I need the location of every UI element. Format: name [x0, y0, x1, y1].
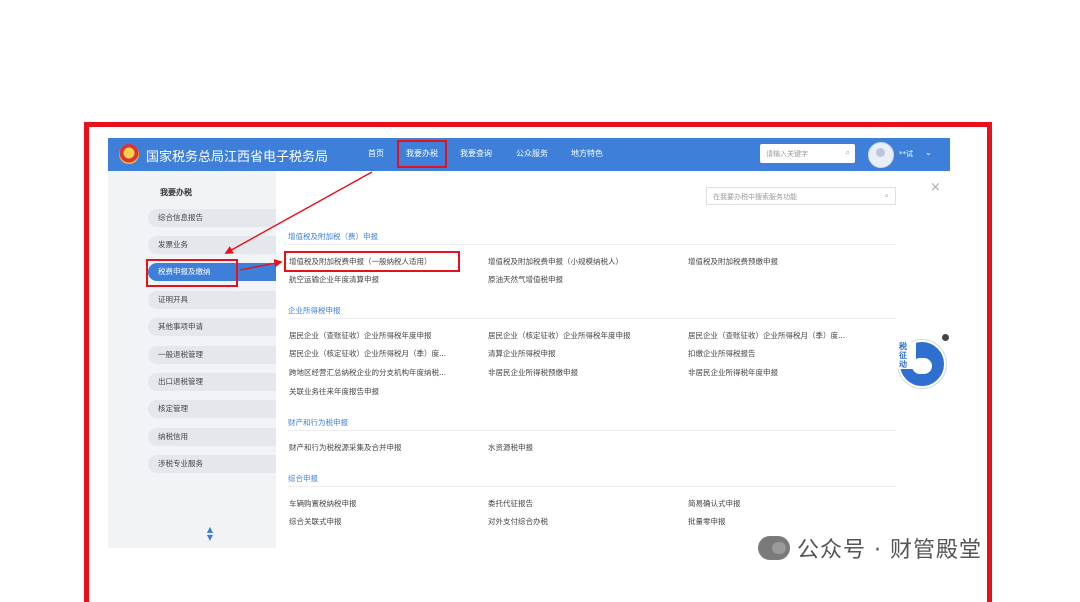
top-navigation-bar: 国家税务总局江西省电子税务局 首页 我要办税 我要查询 公众服务 地方特色 请输… — [108, 138, 950, 171]
sidebar-item-invoice[interactable]: 发票业务 — [148, 236, 276, 254]
section-title-comprehensive: 综合申报 — [288, 474, 318, 483]
nav-home[interactable]: 首页 — [368, 148, 384, 159]
link-vat-prepay[interactable]: 增值税及附加税费预缴申报 — [688, 256, 778, 267]
nav-query[interactable]: 我要查询 — [460, 148, 492, 159]
section-title-vat: 增值税及附加税（费）申报 — [288, 232, 378, 241]
link-entrusted-collection[interactable]: 委托代征报告 — [488, 498, 533, 509]
user-avatar[interactable] — [868, 142, 894, 168]
tax-emblem-icon — [119, 144, 139, 164]
nav-my-tax[interactable]: 我要办税 — [397, 140, 447, 168]
scroll-arrows-icon[interactable]: ▲ ▼ — [205, 526, 215, 542]
sidebar-item-credit[interactable]: 纳税信用 — [148, 428, 276, 446]
link-oil-gas-vat[interactable]: 原油天然气增值税申报 — [488, 274, 563, 285]
panel-search-input[interactable]: 在我要办税中搜索服务功能 ⌕ — [706, 187, 896, 205]
link-related-party-report[interactable]: 关联业务往来年度报告申报 — [289, 386, 379, 397]
wechat-icon — [758, 536, 790, 560]
link-cit-quarterly-audit[interactable]: 居民企业（查账征收）企业所得税月（季）度... — [688, 330, 845, 341]
link-cit-annual-assessed[interactable]: 居民企业（核定征收）企业所得税年度申报 — [488, 330, 631, 341]
sidebar-item-refund[interactable]: 一般退税管理 — [148, 346, 276, 364]
link-cit-liquidation[interactable]: 清算企业所得税申报 — [488, 348, 556, 359]
link-cit-nonresident-prepay[interactable]: 非居民企业所得税预缴申报 — [488, 367, 578, 378]
mascot-label-line: 税 — [899, 342, 907, 351]
link-foreign-payment[interactable]: 对外支付综合办税 — [488, 516, 548, 527]
close-icon[interactable]: × — [930, 180, 941, 195]
mascot-label-line: 动 — [899, 360, 907, 369]
section-title-property: 财产和行为税申报 — [288, 418, 348, 427]
target-item-highlight-box — [284, 251, 460, 272]
sidebar-item-export-refund[interactable]: 出口退税管理 — [148, 373, 276, 391]
link-cit-quarterly-assessed[interactable]: 居民企业（核定征收）企业所得税月（季）度... — [289, 348, 446, 359]
sidebar-item-assessment[interactable]: 核定管理 — [148, 400, 276, 418]
link-cit-withholding[interactable]: 扣缴企业所得税报告 — [688, 348, 756, 359]
sidebar-item-other-application[interactable]: 其他事项申请 — [148, 318, 276, 336]
sidebar-highlight-box — [146, 259, 238, 287]
section-divider — [288, 244, 896, 245]
link-vat-small[interactable]: 增值税及附加税费申报（小规模纳税人） — [488, 256, 623, 267]
link-batch-zero[interactable]: 批量零申报 — [688, 516, 726, 527]
nav-public-service[interactable]: 公众服务 — [516, 148, 548, 159]
user-name[interactable]: **试 — [899, 149, 913, 159]
sidebar-item-certificate[interactable]: 证明开具 — [148, 291, 276, 309]
mascot-close-dot[interactable] — [942, 334, 949, 341]
sidebar-item-info-report[interactable]: 综合信息报告 — [148, 209, 276, 227]
link-simple-confirmation[interactable]: 简易确认式申报 — [688, 498, 741, 509]
sidebar-item-professional-service[interactable]: 涉税专业服务 — [148, 455, 276, 473]
watermark-text: 公众号 · 财管殿堂 — [797, 538, 982, 563]
chevron-down-icon[interactable]: ⌄ — [925, 148, 932, 157]
link-water-resource[interactable]: 水资源税申报 — [488, 442, 533, 453]
site-title: 国家税务总局江西省电子税务局 — [146, 150, 329, 165]
link-cit-nonresident-annual[interactable]: 非居民企业所得税年度申报 — [688, 367, 778, 378]
link-linked-declaration[interactable]: 综合关联式申报 — [289, 516, 342, 527]
link-property-combined[interactable]: 财产和行为税税源采集及合并申报 — [289, 442, 402, 453]
link-cit-annual-audit[interactable]: 居民企业（查账征收）企业所得税年度申报 — [289, 330, 432, 341]
section-divider — [288, 430, 896, 431]
nav-local-features[interactable]: 地方特色 — [571, 148, 603, 159]
search-icon[interactable]: ⌕ — [885, 191, 889, 201]
link-cit-branch-annual[interactable]: 跨地区经营汇总纳税企业的分支机构年度纳税... — [289, 367, 446, 378]
search-icon[interactable]: ⌕ — [846, 148, 850, 158]
panel-search-placeholder: 在我要办税中搜索服务功能 — [713, 193, 797, 201]
mascot-label: 税 征 动 — [890, 342, 916, 369]
sidebar-title: 我要办税 — [160, 188, 192, 197]
global-search-placeholder: 请输入关键字 — [766, 150, 808, 158]
global-search-input[interactable]: 请输入关键字 ⌕ — [760, 144, 855, 163]
assistant-mascot[interactable]: 税 征 动 — [890, 334, 949, 390]
section-divider — [288, 318, 896, 319]
mascot-label-line: 征 — [899, 351, 907, 360]
section-title-cit: 企业所得税申报 — [288, 306, 341, 315]
section-divider — [288, 486, 896, 487]
link-vehicle-purchase[interactable]: 车辆购置税纳税申报 — [289, 498, 357, 509]
link-airline-settlement[interactable]: 航空运输企业年度清算申报 — [289, 274, 379, 285]
